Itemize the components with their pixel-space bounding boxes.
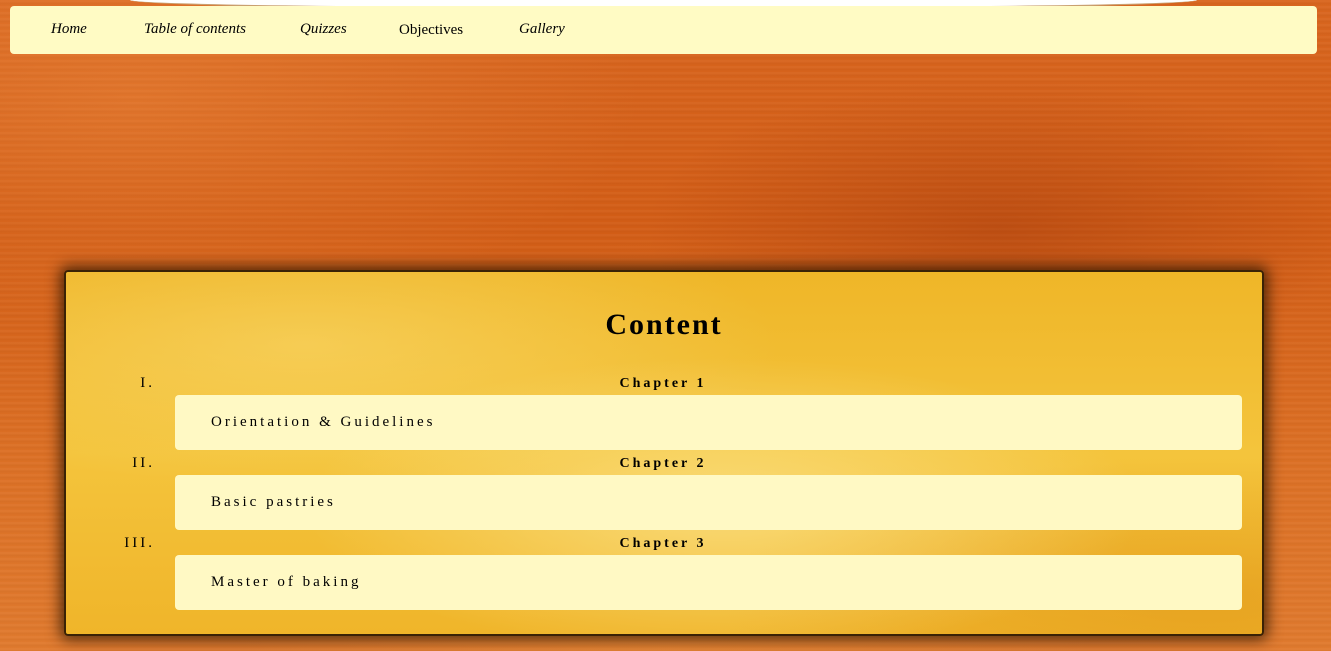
nav-link-objectives[interactable]: Objectives	[399, 22, 463, 39]
nav-link-table-of-contents[interactable]: Table of contents	[144, 21, 246, 38]
page-title: Content	[605, 308, 723, 341]
nav-link-quizzes[interactable]: Quizzes	[300, 21, 347, 38]
chapter-heading: Chapter 2	[619, 456, 707, 471]
nav-link-gallery[interactable]: Gallery	[519, 21, 565, 38]
chapter-heading: Chapter 3	[619, 536, 707, 551]
nav-link-home[interactable]: Home	[51, 21, 87, 38]
chapter-heading: Chapter 1	[619, 376, 707, 391]
chapter-link-basic-pastries[interactable]: Basic pastries	[175, 475, 1242, 530]
chapter-link-master-of-baking[interactable]: Master of baking	[175, 555, 1242, 610]
content-panel: Content I. Chapter 1 Orientation & Guide…	[64, 270, 1264, 636]
chapter-link-orientation[interactable]: Orientation & Guidelines	[175, 395, 1242, 450]
top-navbar: Home Table of contents Quizzes Objective…	[10, 6, 1317, 54]
